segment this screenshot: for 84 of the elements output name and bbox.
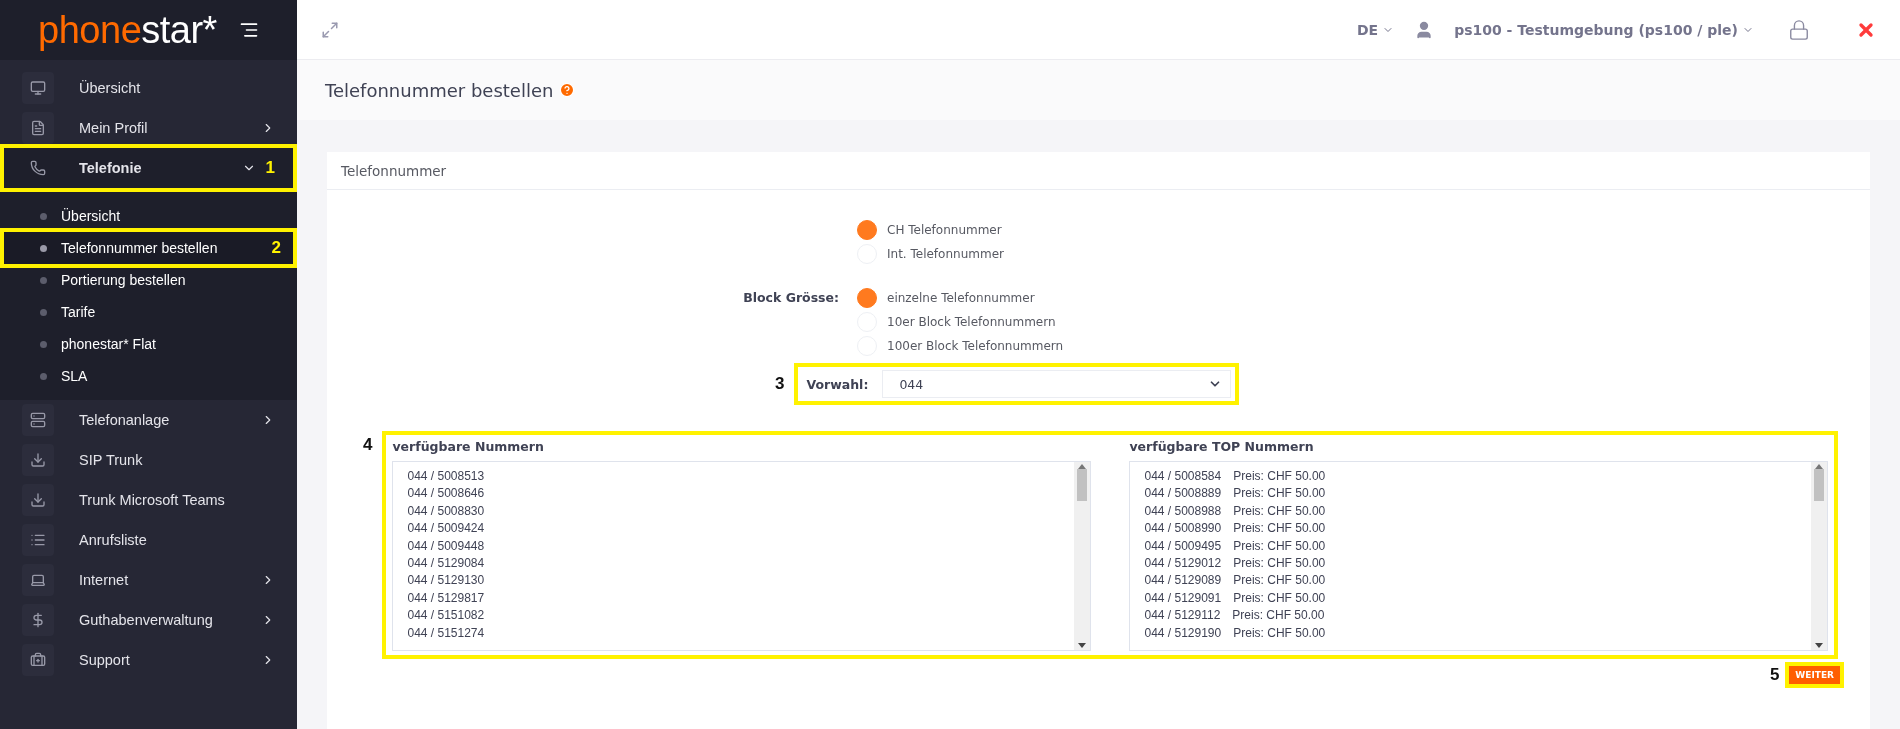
language-selector[interactable]: DE: [1357, 21, 1395, 38]
sidebar-item[interactable]: Mein Profil: [4, 108, 293, 148]
list-title: verfügbare Nummern: [392, 439, 545, 454]
menu-item-icon: [30, 492, 46, 508]
bullet-icon: [40, 308, 47, 316]
menu-item-icon: [30, 572, 46, 588]
submenu-item[interactable]: SLA: [4, 360, 293, 392]
submenu-item[interactable]: Tarife: [4, 296, 293, 328]
lock-icon[interactable]: [1788, 18, 1810, 41]
radio-option[interactable]: Int. Telefonnummer: [857, 242, 1870, 265]
menu-item-icon: [30, 80, 46, 96]
menu-item-icon: [30, 412, 46, 428]
number-option[interactable]: 044 / 5008830: [407, 503, 1061, 522]
bullet-icon: [40, 276, 47, 284]
number-listbox[interactable]: [1129, 461, 1829, 651]
radio-button[interactable]: [857, 287, 877, 308]
submenu-item[interactable]: Übersicht: [4, 200, 293, 232]
number-option[interactable]: 044 / 5008990 Preis: CHF 50.00: [1144, 521, 1798, 539]
menu-item-icon: [30, 532, 46, 548]
annotation-number: 5: [1769, 665, 1780, 685]
number-option[interactable]: 044 / 5151082: [407, 608, 1061, 626]
number-option[interactable]: 044 / 5129112 Preis: CHF 50.00: [1144, 608, 1798, 626]
submenu-item[interactable]: Portierung bestellen: [4, 264, 293, 296]
list-title: verfügbare TOP Nummern: [1129, 439, 1315, 454]
number-option[interactable]: 044 / 5129817: [407, 590, 1061, 609]
scrollbar-thumb[interactable]: [1077, 469, 1088, 501]
number-option[interactable]: 044 / 5129089 Preis: CHF 50.00: [1144, 573, 1798, 591]
menu-item-icon: [30, 120, 46, 136]
sidebar-item[interactable]: SIP Trunk: [4, 440, 293, 480]
bullet-icon: [40, 340, 47, 348]
sidebar-item[interactable]: Trunk Microsoft Teams: [4, 480, 293, 520]
radio-option[interactable]: 10er Block Telefonnummern: [857, 310, 1870, 333]
sidebar-item[interactable]: Support: [4, 640, 293, 680]
number-option[interactable]: 044 / 5008646: [407, 486, 1061, 504]
menu-toggle-icon[interactable]: [238, 20, 259, 40]
annotation-number: 4: [363, 435, 373, 455]
scrollbar[interactable]: [1811, 462, 1828, 650]
fullscreen-icon[interactable]: [321, 20, 339, 39]
menu-item-icon: [30, 612, 46, 628]
menu-item-icon: [30, 452, 46, 468]
number-option[interactable]: 044 / 5008988 Preis: CHF 50.00: [1144, 503, 1798, 522]
number-option[interactable]: 044 / 5129190 Preis: CHF 50.00: [1144, 625, 1798, 644]
radio-option[interactable]: einzelne Telefonnummer: [857, 286, 1870, 309]
logo: phonestar*: [38, 8, 217, 52]
help-icon[interactable]: [559, 82, 576, 98]
sidebar-item[interactable]: Anrufsliste: [4, 520, 293, 560]
field-label: Block Grösse:: [743, 289, 840, 307]
radio-option[interactable]: CH Telefonnummer: [857, 218, 1870, 241]
number-option[interactable]: 044 / 5008889 Preis: CHF 50.00: [1144, 486, 1798, 504]
number-option[interactable]: 044 / 5008513: [407, 469, 1061, 487]
number-option[interactable]: 044 / 5129084: [407, 556, 1061, 574]
number-option[interactable]: 044 / 5129130: [407, 573, 1061, 591]
submenu-item[interactable]: phonestar* Flat: [4, 328, 293, 360]
account-menu[interactable]: ps100 - Testumgebung (ps100 / ple): [1454, 21, 1754, 38]
annotation-number: 1: [265, 158, 275, 178]
number-option[interactable]: 044 / 5129012 Preis: CHF 50.00: [1144, 556, 1798, 574]
number-option[interactable]: 044 / 5009495 Preis: CHF 50.00: [1144, 538, 1798, 557]
bullet-icon: [40, 244, 47, 252]
number-listbox[interactable]: 044 / 5008513 044 / 5008646 044 / 5008830 044 / 5009424 044 / 5009448 044 / 5129084 044 / 5129130 044 / 5129817 044 / 5151082 044 / 5151274: [392, 461, 1092, 651]
prefix-select[interactable]: 044: [882, 370, 1232, 398]
radio-button[interactable]: [857, 219, 877, 240]
number-option[interactable]: 044 / 5129091 Preis: CHF 50.00: [1144, 590, 1798, 609]
sidebar-item[interactable]: Guthabenverwaltung: [4, 600, 293, 640]
annotation-number: 3: [775, 374, 785, 394]
scroll-down-icon[interactable]: [1815, 643, 1824, 648]
bullet-icon: [40, 372, 47, 380]
scroll-down-icon[interactable]: [1078, 643, 1087, 648]
menu-item-icon: [30, 160, 46, 176]
sidebar-item[interactable]: Internet: [4, 560, 293, 600]
radio-option[interactable]: 100er Block Telefonnummern: [857, 334, 1870, 357]
number-option[interactable]: 044 / 5009424: [407, 521, 1061, 539]
field-label: Vorwahl:: [806, 376, 869, 392]
number-option[interactable]: 044 / 5008584 Preis: CHF 50.00: [1144, 469, 1798, 487]
number-option[interactable]: 044 / 5009448: [407, 538, 1061, 557]
page-title: Telefonnummer bestellen: [325, 79, 554, 101]
sidebar-item[interactable]: Telefonanlage: [4, 400, 293, 440]
annotation-number: 2: [271, 238, 281, 258]
scrollbar[interactable]: [1074, 462, 1091, 650]
sidebar-item[interactable]: Übersicht: [4, 68, 293, 108]
number-option[interactable]: 044 / 5151274: [407, 625, 1061, 644]
bullet-icon: [40, 212, 47, 220]
scrollbar-thumb[interactable]: [1814, 469, 1825, 501]
menu-item-icon: [30, 652, 46, 668]
card-title: Telefonnummer: [341, 162, 447, 179]
